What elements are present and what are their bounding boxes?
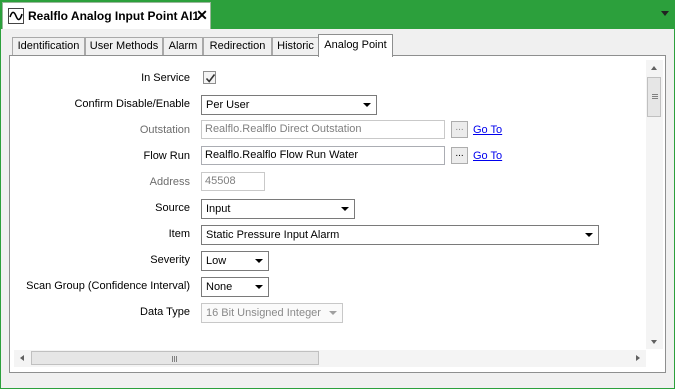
tab-list-dropdown-icon[interactable] [661,11,669,16]
tab-label: Redirection [209,40,266,52]
data-type-value: 16 Bit Unsigned Integer [206,307,321,319]
tab-identification[interactable]: Identification [12,37,85,56]
chevron-down-icon [363,103,371,107]
data-type-label: Data Type [140,306,190,318]
scan-group-label: Scan Group (Confidence Interval) [26,280,190,292]
severity-label: Severity [150,254,190,266]
vertical-scrollbar[interactable] [646,60,663,349]
document-tab[interactable]: Realflo Analog Input Point AI1 ✕ [2,2,211,29]
browse-label: ... [455,148,464,159]
chevron-down-icon [341,207,349,211]
source-label: Source [155,202,190,214]
vertical-scroll-thumb[interactable] [647,77,661,117]
document-title: Realflo Analog Input Point AI1 [28,9,200,23]
tab-label: Identification [17,40,80,52]
analog-point-panel: In Service Confirm Disable/Enable Per Us… [9,55,666,373]
in-service-checkbox[interactable] [203,71,216,84]
analog-point-icon [8,8,24,24]
flow-run-field[interactable]: Realflo.Realflo Flow Run Water [201,146,445,165]
flow-run-value: Realflo.Realflo Flow Run Water [205,149,359,161]
grip-icon [652,94,658,95]
severity-value: Low [206,255,227,267]
item-select[interactable]: Static Pressure Input Alarm [201,225,599,245]
in-service-label: In Service [141,72,190,84]
scroll-down-icon[interactable] [651,340,657,344]
tab-analog-point[interactable]: Analog Point [318,34,393,57]
tab-historic[interactable]: Historic [272,37,319,56]
tab-label: User Methods [89,40,159,52]
flow-run-goto-link[interactable]: Go To [473,150,502,162]
grip-icon [172,356,173,362]
horizontal-scrollbar[interactable] [14,350,646,367]
scroll-right-icon[interactable] [636,355,640,361]
outstation-field[interactable]: Realflo.Realflo Direct Outstation [201,120,445,139]
source-select[interactable]: Input [201,199,355,219]
checkmark-icon [205,74,216,83]
address-label: Address [149,176,190,188]
severity-select[interactable]: Low [201,251,269,271]
close-icon[interactable]: ✕ [195,7,209,23]
grip-icon [652,98,658,99]
confirm-disable-enable-value: Per User [206,99,250,111]
flow-run-label: Flow Run [143,150,190,162]
address-value: 45508 [205,175,236,187]
tab-user-methods[interactable]: User Methods [85,37,163,56]
tab-redirection[interactable]: Redirection [203,37,272,56]
outstation-value: Realflo.Realflo Direct Outstation [205,123,362,135]
scroll-up-icon[interactable] [651,66,657,70]
chevron-down-icon [255,285,263,289]
chevron-down-icon [255,259,263,263]
confirm-disable-enable-label: Confirm Disable/Enable [74,98,190,110]
data-type-select[interactable]: 16 Bit Unsigned Integer [201,303,343,323]
flow-run-browse-button[interactable]: ... [451,147,468,164]
item-label: Item [168,228,190,240]
outstation-browse-button[interactable]: ... [451,121,468,138]
tab-label: Historic [277,40,314,52]
outstation-label: Outstation [139,124,190,136]
outstation-goto-link[interactable]: Go To [473,124,502,136]
scan-group-select[interactable]: None [201,277,269,297]
chevron-down-icon [585,233,593,237]
address-field[interactable]: 45508 [201,172,265,191]
tab-alarm[interactable]: Alarm [163,37,203,56]
document-tab-strip: Realflo Analog Input Point AI1 ✕ [0,0,675,29]
scan-group-value: None [206,281,233,293]
tab-label: Analog Point [324,39,387,51]
confirm-disable-enable-select[interactable]: Per User [201,95,377,115]
grip-icon [652,96,658,97]
item-value: Static Pressure Input Alarm [206,229,340,241]
scroll-left-icon[interactable] [20,355,24,361]
grip-icon [174,356,175,362]
browse-label: ... [455,122,464,133]
horizontal-scroll-thumb[interactable] [31,351,319,365]
tab-label: Alarm [168,40,198,52]
chevron-down-icon [329,311,337,315]
source-value: Input [206,203,231,215]
grip-icon [176,356,177,362]
